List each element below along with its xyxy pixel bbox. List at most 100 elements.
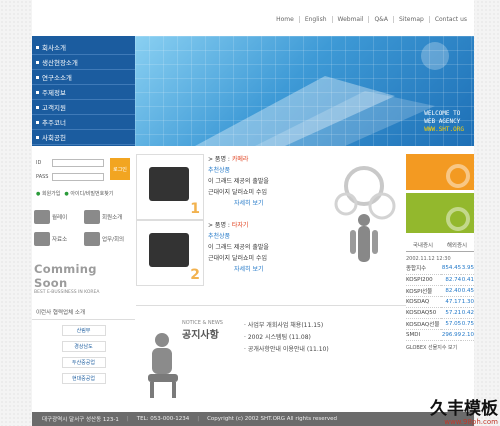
stock-name: KOSDAQ50 xyxy=(406,307,441,319)
signup-link[interactable]: 회원가입 xyxy=(36,190,60,197)
footer-address: 대구광역시 달서구 성산동 123-1 xyxy=(42,417,119,423)
menu-label: 고객지원 xyxy=(42,104,66,112)
footer-tel: TEL: 053-000-1234 xyxy=(136,416,190,422)
stock-tabs: 국내증시 해외증시 xyxy=(406,239,474,252)
stock-value: 57.05 xyxy=(440,318,462,330)
product-number: 1 xyxy=(190,201,200,217)
ring-graphic xyxy=(446,207,470,231)
password-input[interactable] xyxy=(52,173,104,181)
stock-change: 0.45 xyxy=(461,285,474,297)
menu-item[interactable]: 회사소개 xyxy=(32,40,135,55)
stock-value: 82.40 xyxy=(440,285,462,297)
nav-english[interactable]: English xyxy=(298,16,332,23)
stock-change: 0.42 xyxy=(461,307,474,319)
tab-domestic[interactable]: 국내증시 xyxy=(406,239,440,251)
nav-qna[interactable]: Q&A xyxy=(368,16,393,23)
find-account-link[interactable]: 아이디/비밀번호찾기 xyxy=(64,190,113,197)
product-more-link[interactable]: 자세히 보기 xyxy=(208,264,318,275)
notice-list: 사업부 개회사업 채용(11.15) 2002 시스템팀 (11.08) 공개사… xyxy=(244,320,329,356)
right-column: 국내증시 해외증시 2002.11.12 12:30 종합지수 854.45 3.9… xyxy=(406,154,474,351)
product-name: 카메라 xyxy=(231,156,249,163)
orange-banner[interactable] xyxy=(406,154,474,190)
product-more-link[interactable]: 자세히 보기 xyxy=(208,198,318,209)
login-button[interactable]: 로그인 xyxy=(110,158,130,180)
shortcut-grid: 월레이 회원소개 자료소 업무/회의 xyxy=(34,210,134,246)
menu-label: 사회공헌 xyxy=(42,134,66,142)
product-info: > 품명 : 카메라 추천상품 이 그래드 제공의 출발을 근대이지 달러쇼미 … xyxy=(208,154,318,209)
hero-line2: WEB AGENCY xyxy=(424,118,461,125)
stock-row: KOSPI200 82.74 0.41 xyxy=(406,274,474,286)
nav-sitemap[interactable]: Sitemap xyxy=(392,16,429,23)
stock-name: KOSDAQ선물 xyxy=(406,318,441,330)
product-desc: 이 그래드 제공의 출발을 xyxy=(208,178,269,185)
hero-brand: WELCOME TO WEB AGENCY WWW.SHT.ORG xyxy=(424,110,464,134)
menu-item[interactable]: 연구소소개 xyxy=(32,70,135,85)
top-nav: Home English Webmail Q&A Sitemap Contact… xyxy=(271,16,472,23)
shortcut-files[interactable]: 자료소 xyxy=(34,232,84,246)
shortcut-members[interactable]: 회원소개 xyxy=(84,210,134,224)
bullet-icon xyxy=(36,120,39,124)
stock-name: 종합지수 xyxy=(406,263,441,275)
stock-row: 종합지수 854.45 3.95 xyxy=(406,263,474,275)
stock-table: 종합지수 854.45 3.95 KOSPI200 82.74 0.41 KOSPI선물 82… xyxy=(406,263,474,341)
id-input[interactable] xyxy=(52,159,104,167)
partner-banner[interactable]: 현대중공업 xyxy=(61,373,106,384)
box-icon xyxy=(84,210,100,224)
typewriter-image xyxy=(149,233,189,267)
page: Home English Webmail Q&A Sitemap Contact… xyxy=(32,0,474,426)
bullet-icon xyxy=(36,60,39,64)
green-banner[interactable] xyxy=(406,193,474,233)
menu-label: 회사소개 xyxy=(42,44,66,52)
banners-title: 이런사 협력업체 소개 xyxy=(32,305,135,320)
nav-contact[interactable]: Contact us xyxy=(428,16,472,23)
menu-item[interactable]: 고객지원 xyxy=(32,100,135,115)
partner-banner[interactable]: 산림부 xyxy=(61,325,106,336)
person-illustration xyxy=(148,333,178,398)
product-box[interactable]: 2 xyxy=(136,220,204,286)
notice-item[interactable]: 공개사항안내 이용안내 (11.10) xyxy=(244,344,329,356)
document-icon xyxy=(34,232,50,246)
menu-label: 추주코너 xyxy=(42,119,66,127)
watermark: 久丰模板 www.98ph.com xyxy=(430,400,498,426)
hero-graphic xyxy=(195,42,449,146)
bullet-icon xyxy=(36,105,39,109)
notice-board: NOTICE & NEWS 공지사항 사업부 개회사업 채용(11.15) 20… xyxy=(136,305,406,411)
ring-graphic xyxy=(446,164,470,188)
partner-banner[interactable]: 두산중공업 xyxy=(61,357,106,368)
product-desc: 근대이지 달러쇼미 수입 xyxy=(208,255,268,262)
notice-item[interactable]: 사업부 개회사업 채용(11.15) xyxy=(244,320,329,332)
partner-banner[interactable]: 경상남도 xyxy=(61,341,106,352)
shortcut-meeting[interactable]: 업무/회의 xyxy=(84,232,134,246)
coming-soon: Comming Soon BEST E-BUSSINESS IN KOREA xyxy=(34,262,132,295)
watermark-url: www.98ph.com xyxy=(444,418,498,426)
send-icon xyxy=(84,232,100,246)
menu-item[interactable]: 추주코너 xyxy=(32,115,135,130)
shortcut-mail[interactable]: 월레이 xyxy=(34,210,84,224)
menu-item[interactable]: 주제정보 xyxy=(32,85,135,100)
stock-row: SMDI 296.99 2.10 xyxy=(406,329,474,341)
notice-title: NOTICE & NEWS 공지사항 xyxy=(182,320,223,341)
stock-change: 0.75 xyxy=(461,318,474,330)
hero-url: WWW.SHT.ORG xyxy=(424,126,464,133)
login-box: ID PASS 로그인 회원가입 아이디/비밀번호찾기 xyxy=(32,154,135,202)
stock-value: 296.99 xyxy=(440,329,462,341)
product-info: > 품명 : 타자기 추천상품 이 그래드 제공의 출발을 근대이지 달러쇼미 … xyxy=(208,220,318,275)
menu-item[interactable]: 사회공헌 xyxy=(32,130,135,145)
product-number: 2 xyxy=(190,267,200,283)
stock-value: 47.17 xyxy=(440,296,462,308)
product-name: 타자기 xyxy=(231,222,249,229)
tab-overseas[interactable]: 해외증시 xyxy=(440,239,474,251)
notice-item[interactable]: 2002 시스템팀 (11.08) xyxy=(244,332,329,344)
globex-link[interactable]: GLOBEX 선물지수 보기 xyxy=(406,344,474,351)
footer-copyright: Copyright (c) 2002 SHT.ORG All rights re… xyxy=(207,416,338,422)
bullet-icon xyxy=(36,90,39,94)
stock-value: 57.21 xyxy=(440,307,462,319)
nav-webmail[interactable]: Webmail xyxy=(331,16,369,23)
pw-label: PASS xyxy=(36,174,49,180)
camera-image xyxy=(149,167,189,201)
shortcut-label: 업무/회의 xyxy=(102,237,125,243)
gears-illustration xyxy=(334,166,396,262)
menu-item[interactable]: 생산현장소개 xyxy=(32,55,135,70)
product-box[interactable]: 1 xyxy=(136,154,204,220)
nav-home[interactable]: Home xyxy=(271,16,299,23)
